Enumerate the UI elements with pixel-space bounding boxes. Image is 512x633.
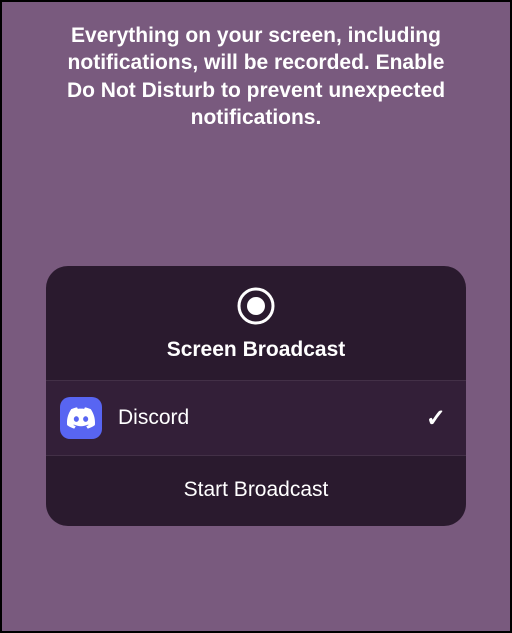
discord-icon: [60, 397, 102, 439]
checkmark-icon: ✓: [426, 404, 446, 433]
sheet-header: Screen Broadcast: [46, 266, 466, 380]
app-row-discord[interactable]: Discord ✓: [46, 380, 466, 456]
app-label: Discord: [118, 406, 426, 430]
start-broadcast-button[interactable]: Start Broadcast: [46, 456, 466, 526]
record-icon: [236, 286, 276, 326]
sheet-title: Screen Broadcast: [167, 338, 346, 362]
broadcast-sheet: Screen Broadcast Discord ✓ Start Broadca…: [46, 266, 466, 526]
warning-text: Everything on your screen, including not…: [26, 2, 486, 131]
